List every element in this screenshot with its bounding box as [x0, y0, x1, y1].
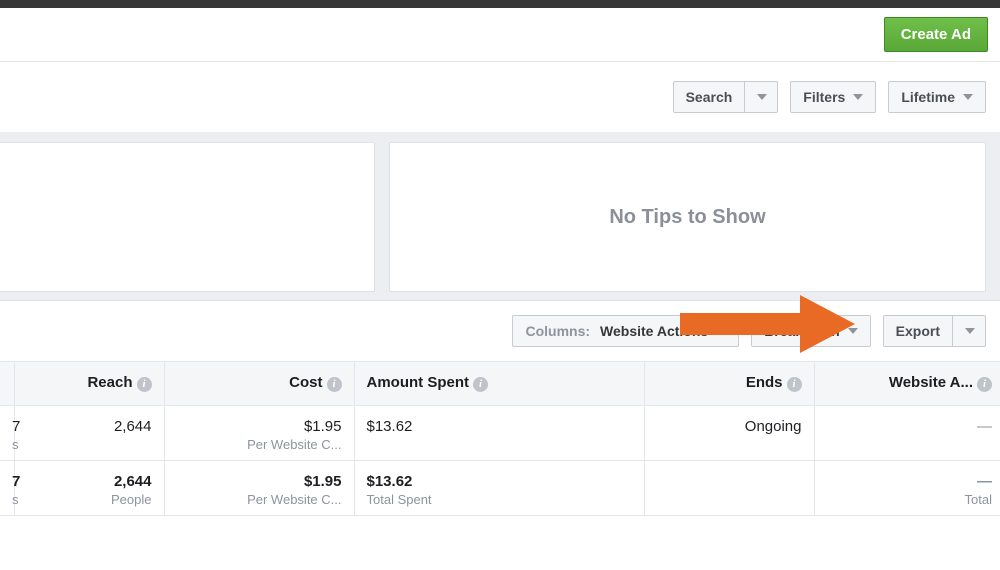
col-website-actions[interactable]: Website A... i — [814, 362, 1000, 406]
table-totals-row: 7s 2,644People $1.95Per Website C... $13… — [0, 461, 1000, 516]
export-button[interactable]: Export — [883, 315, 953, 347]
search-dropdown-button[interactable] — [745, 81, 778, 113]
window-top-strip — [0, 0, 1000, 8]
info-icon[interactable]: i — [473, 377, 488, 392]
summary-card — [0, 142, 375, 292]
col-reach[interactable]: Reachi — [14, 362, 164, 406]
cell-cost: $1.95Per Website C... — [164, 461, 354, 516]
content-area: No Tips to Show Columns: Website Actions… — [0, 132, 1000, 516]
breakdown-button[interactable]: Breakdown — [751, 315, 870, 347]
caret-down-icon — [757, 94, 767, 100]
info-icon[interactable]: i — [137, 377, 152, 392]
cell-stub: 7s — [0, 461, 14, 516]
cell-website-actions: — — [814, 406, 1000, 461]
cell-amount-spent: $13.62 — [354, 406, 644, 461]
col-cost[interactable]: Costi — [164, 362, 354, 406]
breakdown-label: Breakdown — [764, 323, 839, 339]
info-icon[interactable]: i — [787, 377, 802, 392]
caret-down-icon — [716, 328, 726, 334]
col-amount-spent[interactable]: Amount Spenti — [354, 362, 644, 406]
caret-down-icon — [848, 328, 858, 334]
info-icon[interactable]: i — [977, 377, 992, 392]
col-stub[interactable] — [0, 362, 14, 406]
table-toolbar: Columns: Website Actions Breakdown Expor… — [0, 300, 1000, 361]
no-tips-label: No Tips to Show — [609, 206, 765, 229]
cell-amount-spent: $13.62Total Spent — [354, 461, 644, 516]
col-amount-label: Amount Spent — [367, 374, 470, 391]
table-row[interactable]: 7s 2,644 $1.95Per Website C... $13.62 On… — [0, 406, 1000, 461]
header: Create Ad — [0, 8, 1000, 62]
cell-reach: 2,644 — [14, 406, 164, 461]
date-range-label: Lifetime — [901, 89, 955, 105]
columns-button[interactable]: Columns: Website Actions — [512, 315, 739, 347]
search-button-group: Search — [673, 81, 779, 113]
info-icon[interactable]: i — [327, 377, 342, 392]
col-web-label: Website A... — [889, 374, 973, 391]
col-ends[interactable]: Endsi — [644, 362, 814, 406]
caret-down-icon — [963, 94, 973, 100]
results-table: Reachi Costi Amount Spenti Endsi Website… — [0, 361, 1000, 516]
export-dropdown-button[interactable] — [953, 315, 986, 347]
cell-website-actions: —Total — [814, 461, 1000, 516]
cell-stub: 7s — [0, 406, 14, 461]
filters-label: Filters — [803, 89, 845, 105]
columns-value: Website Actions — [600, 323, 708, 339]
toolbar: Search Filters Lifetime — [0, 62, 1000, 132]
col-cost-label: Cost — [289, 374, 322, 391]
col-reach-label: Reach — [87, 374, 132, 391]
tips-card: No Tips to Show — [389, 142, 986, 292]
cell-ends: Ongoing — [644, 406, 814, 461]
col-ends-label: Ends — [746, 374, 783, 391]
create-ad-button[interactable]: Create Ad — [884, 17, 988, 52]
caret-down-icon — [853, 94, 863, 100]
filters-button[interactable]: Filters — [790, 81, 876, 113]
export-button-group: Export — [883, 315, 986, 347]
columns-prefix: Columns: — [525, 323, 590, 339]
caret-down-icon — [965, 328, 975, 334]
table-header-row: Reachi Costi Amount Spenti Endsi Website… — [0, 362, 1000, 406]
cards-row: No Tips to Show — [0, 142, 1000, 300]
date-range-button[interactable]: Lifetime — [888, 81, 986, 113]
cell-reach: 2,644People — [14, 461, 164, 516]
cell-cost: $1.95Per Website C... — [164, 406, 354, 461]
search-button[interactable]: Search — [673, 81, 746, 113]
cell-ends — [644, 461, 814, 516]
